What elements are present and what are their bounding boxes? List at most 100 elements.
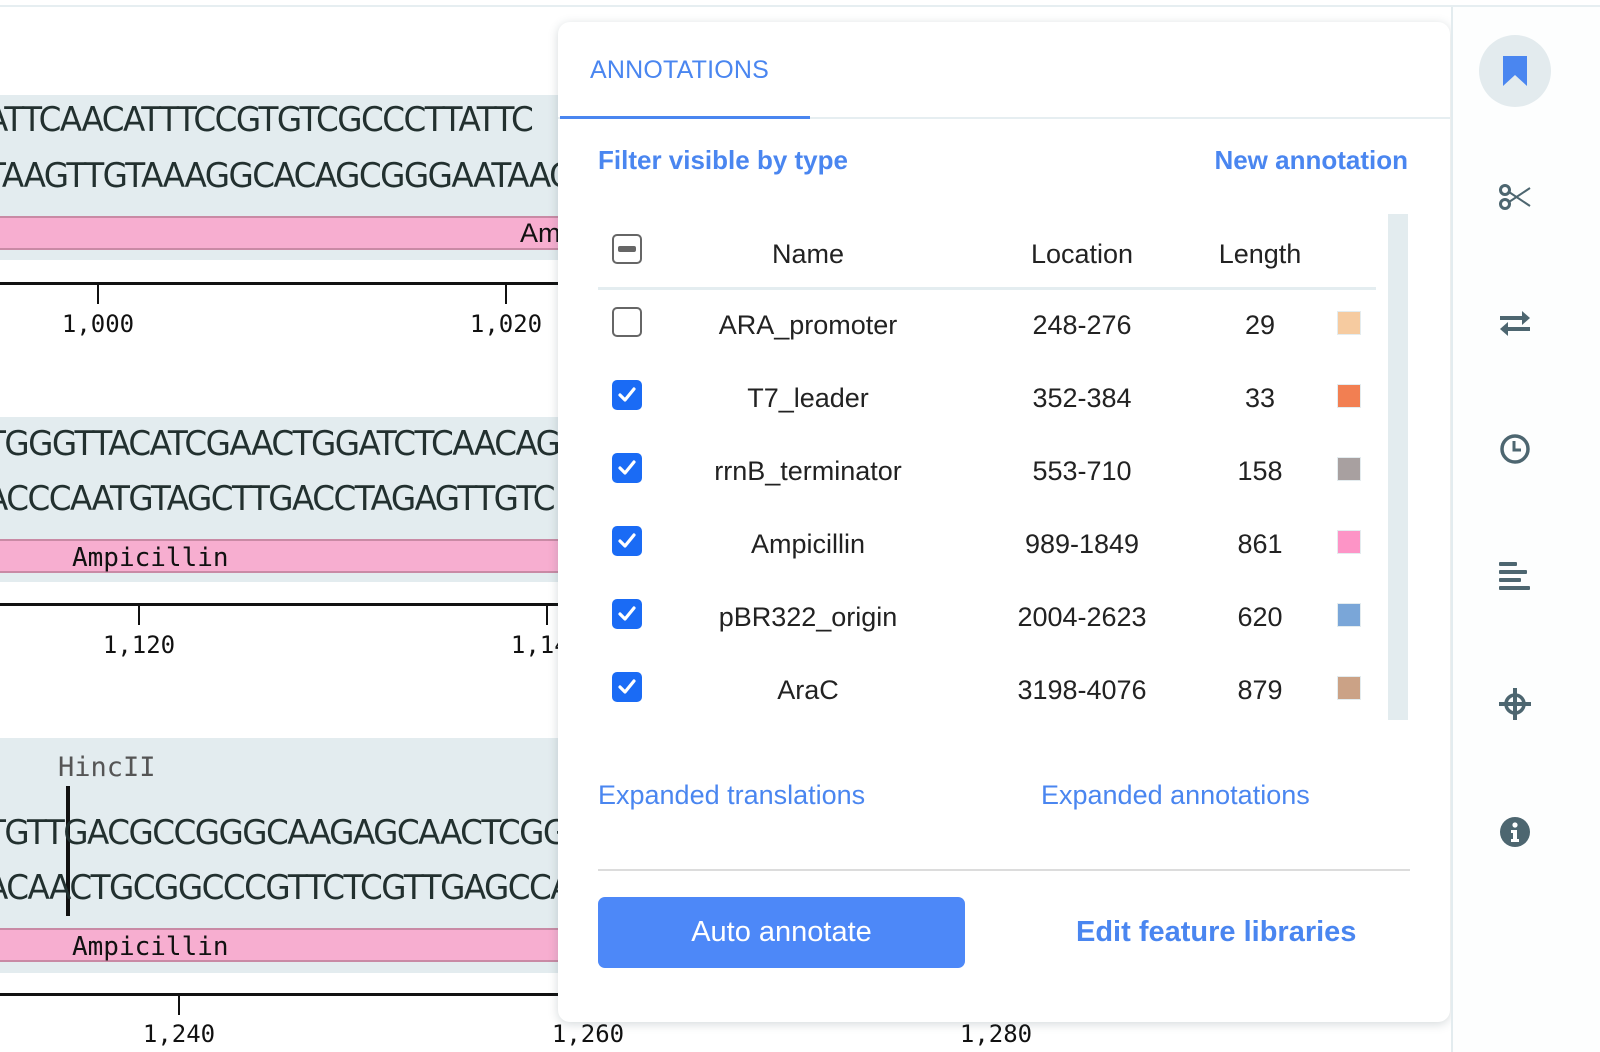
expanded-translations-toggle[interactable]: Expanded translations: [598, 780, 865, 811]
swap-arrows-icon: [1500, 311, 1530, 336]
feature-label: Ampicillin: [72, 543, 229, 573]
footer-divider: [598, 869, 1410, 871]
sequence-row: ATTCAACATTTCCGTGTCGCCCTTATTC TAAGTTGTAAA…: [0, 95, 600, 260]
axis-tick: [546, 605, 548, 625]
clock-icon: [1500, 434, 1530, 464]
table-scrollbar[interactable]: [1388, 214, 1408, 720]
annotation-length: 879: [1237, 675, 1283, 705]
edit-feature-libraries-link[interactable]: Edit feature libraries: [1076, 916, 1356, 949]
feature-bar-ampicillin[interactable]: Ampicillin: [0, 539, 600, 573]
filter-visible-by-type-link[interactable]: Filter visible by type: [598, 145, 848, 176]
restriction-enzymes-button[interactable]: [1479, 161, 1551, 233]
annotation-color-swatch[interactable]: [1337, 457, 1361, 481]
axis-label: 1,000: [61, 310, 135, 338]
column-header-name[interactable]: Name: [772, 239, 844, 270]
annotation-visibility-checkbox[interactable]: [612, 307, 642, 337]
annotations-popover: ANNOTATIONS Filter visible by type New a…: [558, 22, 1450, 1022]
alignment-button[interactable]: [1479, 540, 1551, 612]
table-header-divider: [598, 287, 1376, 290]
checkmark-icon: [618, 387, 636, 402]
annotation-name: ARA_promoter: [718, 310, 898, 340]
align-left-icon: [1499, 562, 1530, 590]
right-tool-rail: [1451, 7, 1600, 1052]
expanded-annotations-toggle[interactable]: Expanded annotations: [1041, 780, 1310, 811]
annotation-location: 989-1849: [1024, 529, 1140, 559]
scissors-icon: [1499, 184, 1531, 210]
axis-tick: [97, 284, 99, 304]
annotation-location: 248-276: [1032, 310, 1132, 340]
top-strand[interactable]: TGTTGACGCCGGGCAAGAGCAACTCGGT: [0, 813, 585, 853]
annotation-location: 2004-2623: [1017, 602, 1147, 632]
history-button[interactable]: [1479, 413, 1551, 485]
info-button[interactable]: [1479, 796, 1551, 868]
annotation-location: 3198-4076: [1017, 675, 1147, 705]
bottom-strand[interactable]: ACAACTGCGGCCCGTTCTCGTTGAGCCA: [0, 868, 573, 908]
axis-label: 1,120: [102, 631, 176, 659]
annotation-color-swatch[interactable]: [1337, 311, 1361, 335]
annotation-length: 861: [1237, 529, 1283, 559]
annotation-length: 33: [1244, 383, 1276, 413]
axis-tick: [505, 284, 507, 304]
axis-label: 1,260: [551, 1020, 625, 1048]
info-icon: [1500, 817, 1530, 847]
annotation-row[interactable]: T7_leader 352-384 33: [558, 378, 1388, 438]
annotation-row[interactable]: pBR322_origin 2004-2623 620: [558, 597, 1388, 657]
bottom-strand[interactable]: TAAGTTGTAAAGGCACAGCGGGAATAAG: [0, 156, 574, 196]
annotation-length: 158: [1237, 456, 1283, 486]
annotation-color-swatch[interactable]: [1337, 530, 1361, 554]
crosshair-icon: [1499, 688, 1531, 720]
auto-annotate-button[interactable]: Auto annotate: [598, 897, 965, 968]
popover-tab-bar: ANNOTATIONS: [558, 22, 1450, 119]
annotation-visibility-checkbox[interactable]: [612, 599, 642, 629]
checkmark-icon: [618, 533, 636, 548]
annotations-button[interactable]: [1479, 35, 1551, 107]
column-header-length[interactable]: Length: [1219, 239, 1302, 270]
primers-button[interactable]: [1479, 287, 1551, 359]
annotation-name: AraC: [777, 675, 839, 705]
annotation-row[interactable]: AraC 3198-4076 879: [558, 670, 1388, 730]
annotation-name: pBR322_origin: [718, 602, 898, 632]
bottom-strand[interactable]: ACCCAATGTAGCTTGACCTAGAGTTGTC: [0, 479, 556, 519]
annotation-color-swatch[interactable]: [1337, 676, 1361, 700]
axis-label: 1,020: [469, 310, 543, 338]
enzyme-label-hincii[interactable]: HincII: [58, 752, 156, 783]
annotation-visibility-checkbox[interactable]: [612, 453, 642, 483]
checkmark-icon: [618, 606, 636, 621]
annotation-visibility-checkbox[interactable]: [612, 672, 642, 702]
new-annotation-link[interactable]: New annotation: [1214, 145, 1408, 176]
annotation-name: Ampicillin: [750, 529, 866, 559]
sequence-row: TGGGTTACATCGAACTGGATCTCAACAG ACCCAATGTAG…: [0, 417, 600, 582]
annotation-row[interactable]: Ampicillin 989-1849 861: [558, 524, 1388, 584]
annotation-row[interactable]: ARA_promoter 248-276 29: [558, 305, 1388, 365]
annotation-color-swatch[interactable]: [1337, 384, 1361, 408]
select-all-checkbox[interactable]: [612, 234, 642, 264]
annotation-length: 620: [1237, 602, 1283, 632]
sequence-row: HincII TGTTGACGCCGGGCAAGAGCAACTCGGT ACAA…: [0, 738, 600, 973]
axis-label: 1,280: [959, 1020, 1033, 1048]
feature-bar-ampicillin[interactable]: Amp: [0, 216, 600, 250]
axis-tick: [138, 605, 140, 625]
column-header-location[interactable]: Location: [1031, 239, 1133, 270]
tab-annotations[interactable]: ANNOTATIONS: [590, 56, 769, 85]
active-tab-indicator: [560, 116, 810, 119]
find-button[interactable]: [1479, 668, 1551, 740]
feature-label: Ampicillin: [72, 932, 229, 962]
annotation-visibility-checkbox[interactable]: [612, 380, 642, 410]
annotation-color-swatch[interactable]: [1337, 603, 1361, 627]
annotation-location: 553-710: [1032, 456, 1132, 486]
annotation-visibility-checkbox[interactable]: [612, 526, 642, 556]
annotation-length: 29: [1244, 310, 1276, 340]
annotation-location: 352-384: [1032, 383, 1132, 413]
minus-icon: [618, 246, 636, 252]
checkmark-icon: [618, 679, 636, 694]
feature-bar-ampicillin[interactable]: Ampicillin: [0, 928, 600, 962]
axis-tick: [178, 995, 180, 1015]
checkmark-icon: [618, 460, 636, 475]
axis-label: 1,240: [142, 1020, 216, 1048]
bookmark-icon: [1503, 56, 1527, 86]
annotation-row[interactable]: rrnB_terminator 553-710 158: [558, 451, 1388, 511]
top-strand[interactable]: ATTCAACATTTCCGTGTCGCCCTTATTC: [0, 100, 534, 140]
annotation-name: rrnB_terminator: [714, 456, 902, 486]
top-strand[interactable]: TGGGTTACATCGAACTGGATCTCAACAG: [0, 424, 561, 464]
annotation-name: T7_leader: [747, 383, 869, 413]
